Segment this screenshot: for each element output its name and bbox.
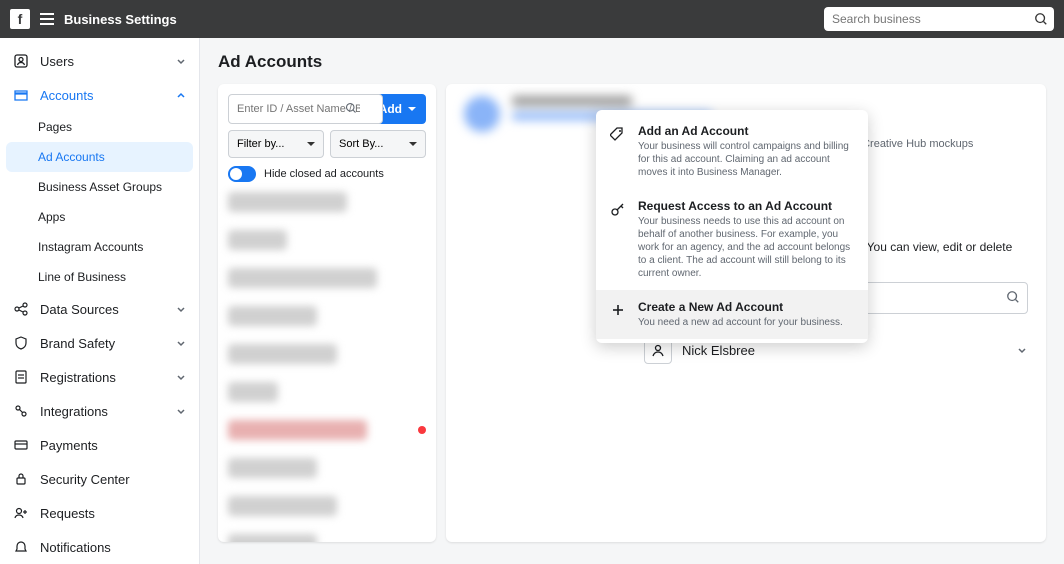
search-icon: [345, 102, 357, 114]
chevron-down-icon: [175, 55, 187, 67]
sidebar-item-ad-accounts[interactable]: Ad Accounts: [6, 142, 193, 172]
caret-down-icon: [307, 142, 315, 146]
list-item[interactable]: [228, 420, 367, 440]
filter-by-dropdown[interactable]: Filter by...: [228, 130, 324, 158]
account-avatar: [464, 96, 500, 132]
facebook-logo[interactable]: f: [10, 9, 30, 29]
sidebar-item-users[interactable]: Users: [0, 44, 199, 78]
list-item[interactable]: [228, 306, 317, 326]
list-item[interactable]: [228, 192, 347, 212]
sidebar-item-business-asset-groups[interactable]: Business Asset Groups: [0, 172, 199, 202]
list-item[interactable]: [228, 268, 377, 288]
search-business-input[interactable]: [824, 7, 1054, 31]
sidebar-item-payments[interactable]: Payments: [0, 428, 199, 462]
dropdown-item-request-access[interactable]: Request Access to an Ad Account Your bus…: [596, 189, 868, 290]
list-item[interactable]: [228, 382, 278, 402]
toggle-label: Hide closed ad accounts: [264, 168, 384, 180]
clipboard-icon: [12, 368, 30, 386]
users-icon: [12, 52, 30, 70]
person-name: Nick Elsbree: [682, 343, 755, 358]
sidebar-item-registrations[interactable]: Registrations: [0, 360, 199, 394]
sidebar: Users Accounts Pages Ad Accounts Busines…: [0, 38, 200, 564]
plus-icon: [608, 300, 628, 329]
caret-down-icon: [409, 142, 417, 146]
sidebar-item-pages[interactable]: Pages: [0, 112, 199, 142]
data-sources-icon: [12, 300, 30, 318]
chevron-down-icon: [175, 337, 187, 349]
topbar-search: [824, 7, 1054, 31]
topbar-title: Business Settings: [64, 12, 177, 27]
shield-icon: [12, 334, 30, 352]
menu-icon[interactable]: [40, 13, 54, 25]
key-icon: [608, 199, 628, 280]
asset-list-panel: Add Filter by... Sort By...: [218, 84, 436, 542]
asset-list: [228, 192, 426, 542]
list-item[interactable]: [228, 344, 337, 364]
chevron-down-icon: [175, 303, 187, 315]
payments-icon: [12, 436, 30, 454]
search-icon: [1034, 12, 1048, 26]
hide-closed-toggle[interactable]: [228, 166, 256, 182]
list-item[interactable]: [228, 458, 317, 478]
add-dropdown-menu: Add an Ad Account Your business will con…: [596, 110, 868, 343]
sidebar-item-data-sources[interactable]: Data Sources: [0, 292, 199, 326]
page-title: Ad Accounts: [218, 52, 1046, 72]
sidebar-item-requests[interactable]: Requests: [0, 496, 199, 530]
accounts-icon: [12, 86, 30, 104]
sidebar-item-integrations[interactable]: Integrations: [0, 394, 199, 428]
sidebar-item-line-of-business[interactable]: Line of Business: [0, 262, 199, 292]
sort-by-dropdown[interactable]: Sort By...: [330, 130, 426, 158]
main-content: Ad Accounts Add Filter by...: [200, 38, 1064, 564]
topbar: f Business Settings: [0, 0, 1064, 38]
sidebar-item-apps[interactable]: Apps: [0, 202, 199, 232]
chevron-down-icon: [175, 371, 187, 383]
chevron-up-icon: [175, 89, 187, 101]
sidebar-label: Accounts: [40, 88, 93, 103]
dropdown-item-create-new[interactable]: Create a New Ad Account You need a new a…: [596, 290, 868, 339]
sidebar-item-instagram-accounts[interactable]: Instagram Accounts: [0, 232, 199, 262]
sidebar-label: Users: [40, 54, 74, 69]
caret-down-icon: [408, 107, 416, 111]
list-item[interactable]: [228, 534, 317, 542]
sidebar-item-brand-safety[interactable]: Brand Safety: [0, 326, 199, 360]
sidebar-item-security-center[interactable]: Security Center: [0, 462, 199, 496]
sidebar-item-notifications[interactable]: Notifications: [0, 530, 199, 564]
chevron-down-icon: [1016, 344, 1028, 356]
chevron-down-icon: [175, 405, 187, 417]
bell-icon: [12, 538, 30, 556]
sidebar-item-accounts[interactable]: Accounts: [0, 78, 199, 112]
dropdown-item-add-ad-account[interactable]: Add an Ad Account Your business will con…: [596, 114, 868, 189]
tag-icon: [608, 124, 628, 179]
list-item[interactable]: [228, 230, 287, 250]
asset-search-input[interactable]: [228, 94, 383, 124]
lock-icon: [12, 470, 30, 488]
alert-dot-icon: [418, 426, 426, 434]
search-icon: [1006, 290, 1020, 304]
integrations-icon: [12, 402, 30, 420]
list-item[interactable]: [228, 496, 337, 516]
requests-icon: [12, 504, 30, 522]
